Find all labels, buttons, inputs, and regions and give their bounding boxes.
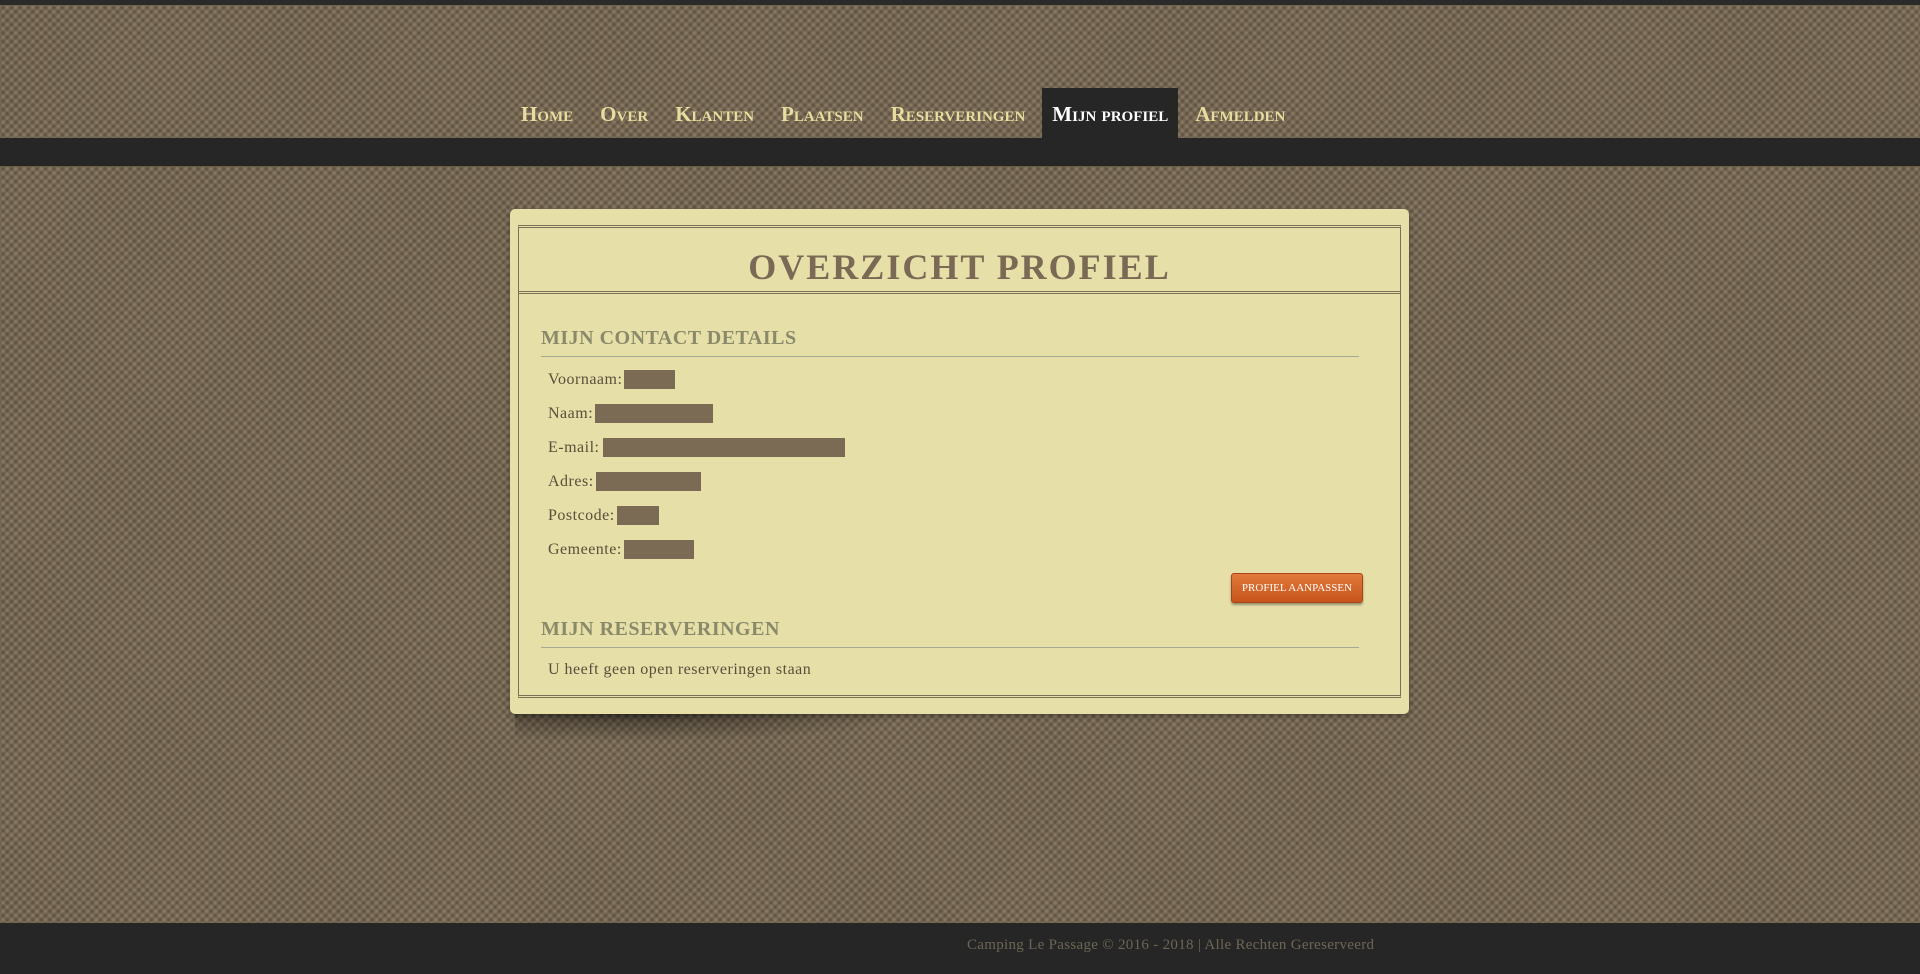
reservations-heading: MIJN RESERVERINGEN [541, 618, 1359, 648]
profile-card: OVERZICHT PROFIEL MIJN CONTACT DETAILS V… [510, 209, 1409, 714]
nav-item-plaatsen[interactable]: Plaatsen [771, 88, 874, 138]
last-name-label: Naam: [548, 404, 594, 422]
nav-item-mijn-profiel[interactable]: Mijn profiel [1042, 88, 1179, 138]
field-last-name: Naam: [548, 404, 714, 423]
nav-bottom-bar [0, 138, 1920, 167]
email-label: E-mail: [548, 438, 600, 456]
nav-item-klanten[interactable]: Klanten [665, 88, 764, 138]
city-value-redacted [623, 540, 694, 559]
last-name-value-redacted [595, 404, 714, 423]
contact-details-heading: MIJN CONTACT DETAILS [541, 327, 1359, 357]
field-email: E-mail: [548, 438, 846, 457]
title-divider [519, 291, 1400, 294]
nav-item-afmelden[interactable]: Afmelden [1185, 88, 1295, 138]
postcode-label: Postcode: [548, 506, 615, 524]
field-first-name: Voornaam: [548, 370, 676, 389]
card-shadow [515, 712, 915, 742]
nav-item-over[interactable]: Over [590, 88, 658, 138]
top-border [0, 0, 1920, 5]
first-name-label: Voornaam: [548, 370, 623, 388]
edit-profile-button[interactable]: PROFIEL AANPASSEN [1231, 573, 1363, 603]
reservations-empty-message: U heeft geen open reserveringen staan [548, 661, 812, 678]
nav-item-home[interactable]: Home [511, 88, 583, 138]
footer-copyright: Camping Le Passage © 2016 - 2018 | Alle … [967, 937, 1375, 953]
field-city: Gemeente: [548, 540, 694, 559]
field-address: Adres: [548, 472, 701, 491]
nav-item-reserveringen[interactable]: Reserveringen [881, 88, 1036, 138]
page-title: OVERZICHT PROFIEL [748, 247, 1171, 287]
email-value-redacted [603, 438, 846, 457]
first-name-value-redacted [624, 370, 676, 389]
city-label: Gemeente: [548, 540, 622, 558]
address-label: Adres: [548, 472, 594, 490]
field-postcode: Postcode: [548, 506, 659, 525]
main-navigation: Home Over Klanten Plaatsen Reserveringen… [0, 88, 1920, 138]
postcode-value-redacted [616, 506, 659, 525]
footer: Camping Le Passage © 2016 - 2018 | Alle … [0, 923, 1920, 974]
address-value-redacted [595, 472, 701, 491]
